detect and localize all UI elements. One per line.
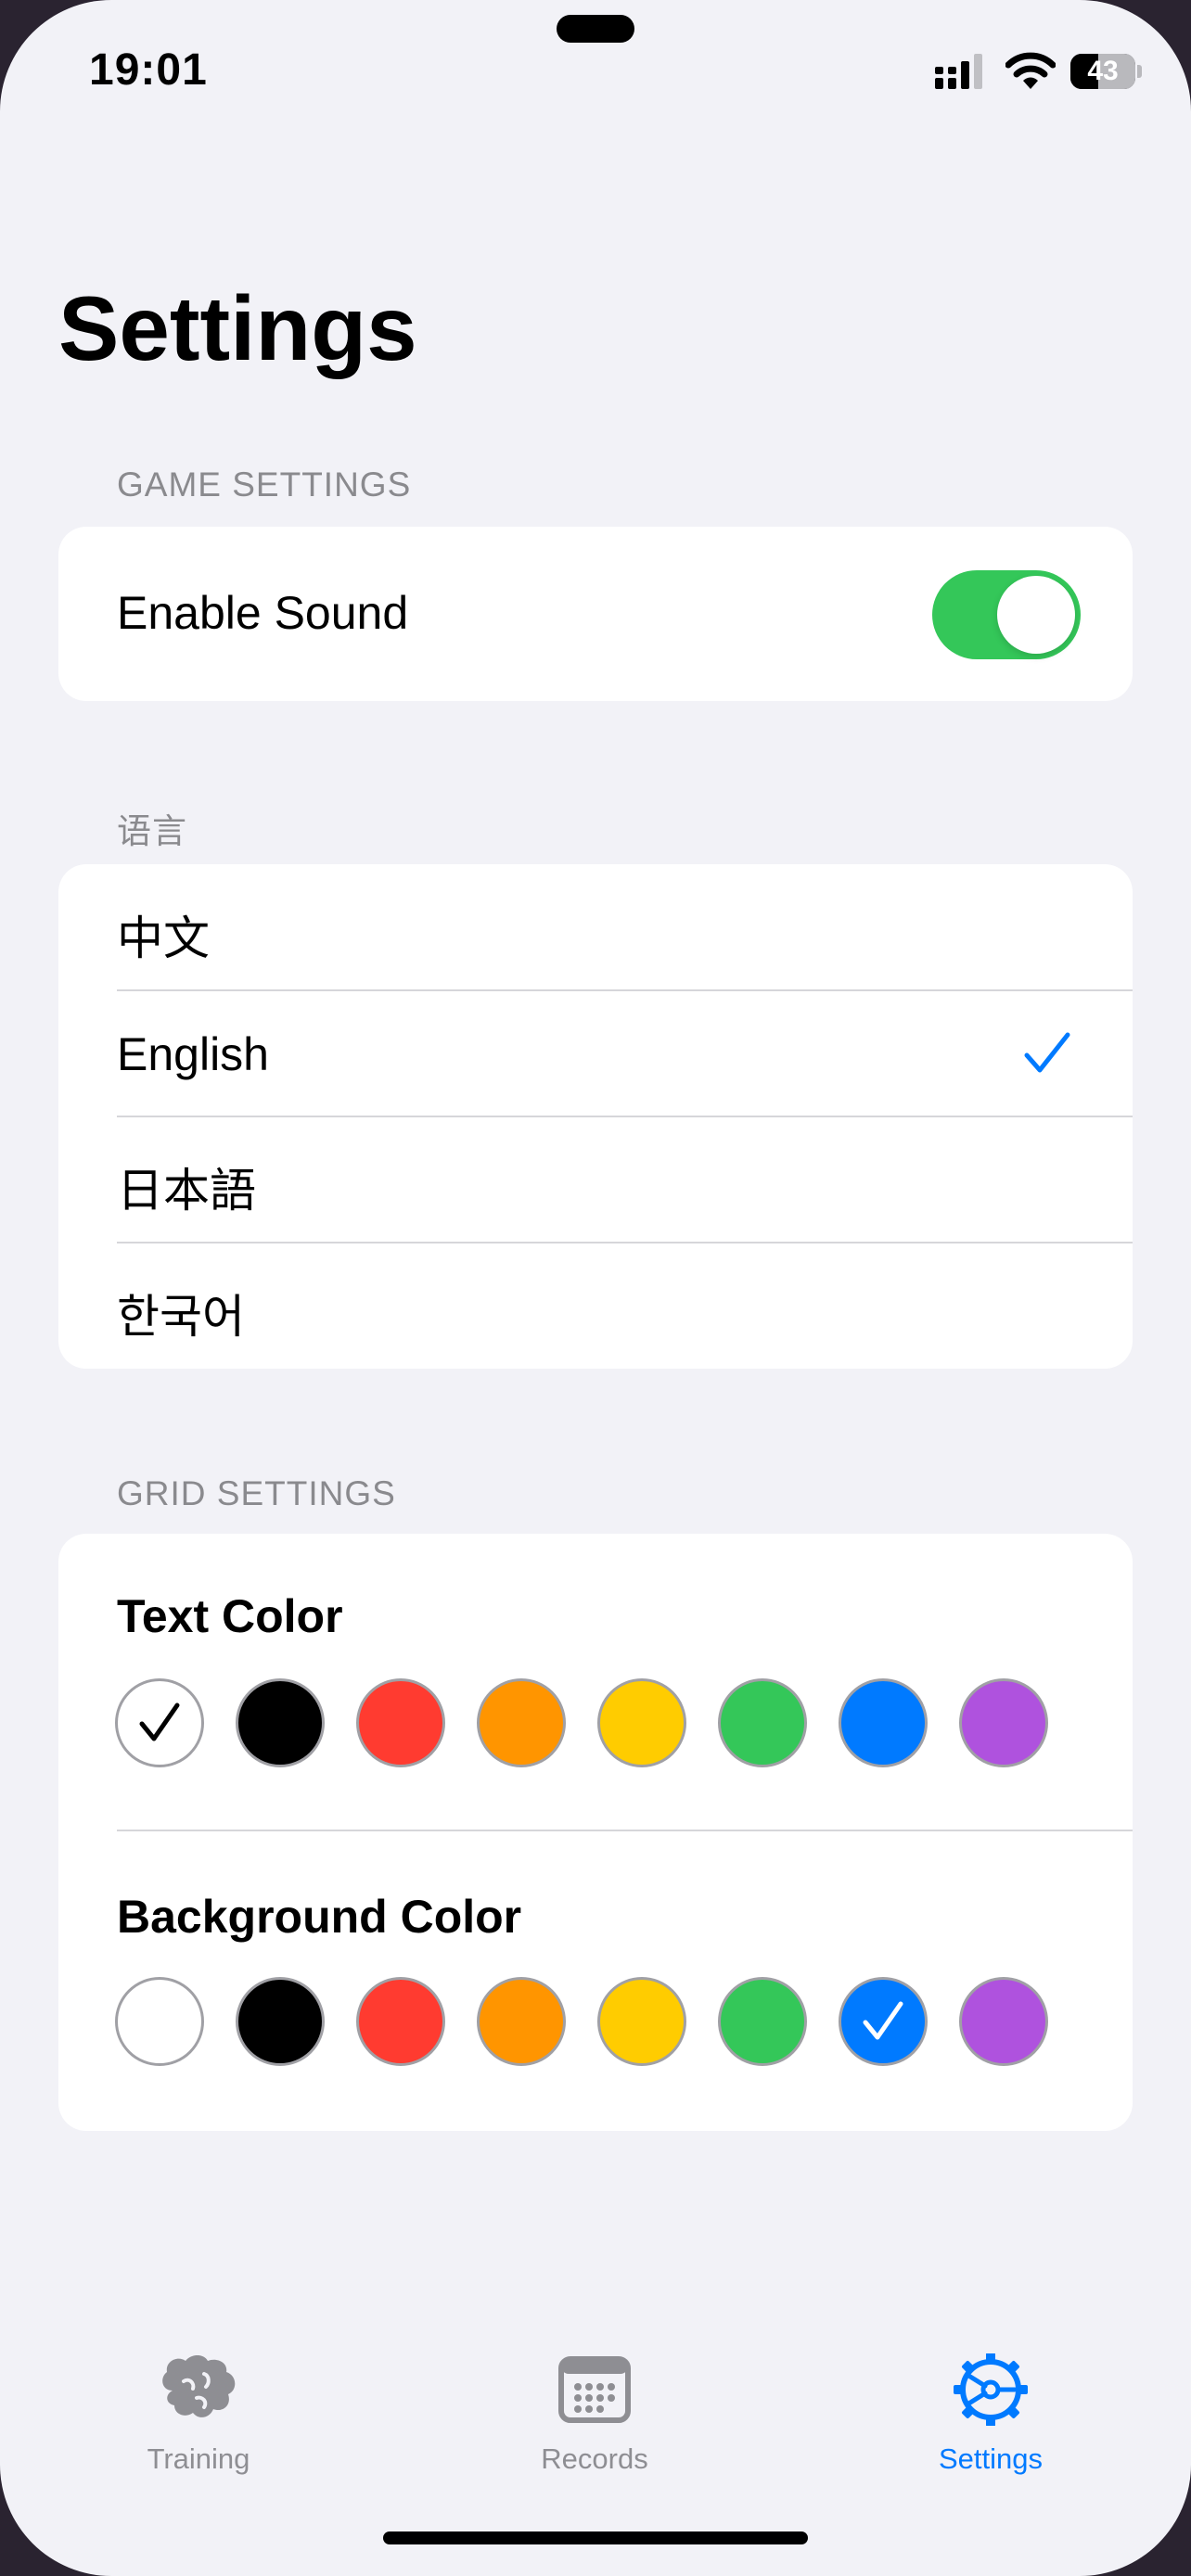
tab-settings[interactable]: Settings bbox=[879, 2318, 1102, 2485]
battery-cap bbox=[1137, 65, 1142, 78]
dynamic-island bbox=[557, 15, 634, 43]
text-color-swatch[interactable] bbox=[236, 1678, 325, 1767]
checkmark-icon bbox=[139, 1702, 180, 1741]
language-option-selected[interactable]: English bbox=[58, 990, 1133, 1116]
wifi-icon bbox=[1005, 52, 1056, 89]
settings-screen: 19:01 43 Settings GAME SETTINGS Enable S… bbox=[0, 0, 1191, 2576]
background-color-label: Background Color bbox=[117, 1891, 522, 1943]
language-option-label: English bbox=[117, 1028, 269, 1080]
battery-percent: 43 bbox=[1087, 56, 1119, 86]
text-color-swatch[interactable] bbox=[115, 1678, 204, 1767]
text-color-swatch[interactable] bbox=[839, 1678, 928, 1767]
text-color-swatch[interactable] bbox=[718, 1678, 807, 1767]
tab-label: Records bbox=[541, 2442, 648, 2475]
background-color-swatch[interactable] bbox=[839, 1977, 928, 2066]
text-color-swatch[interactable] bbox=[959, 1678, 1048, 1767]
section-header-grid-settings: GRID SETTINGS bbox=[117, 1474, 396, 1512]
background-color-swatch[interactable] bbox=[959, 1977, 1048, 2066]
toggle-knob bbox=[997, 576, 1075, 654]
tab-records[interactable]: Records bbox=[483, 2318, 706, 2485]
background-color-swatch[interactable] bbox=[356, 1977, 445, 2066]
checkmark-icon bbox=[863, 2001, 903, 2040]
tab-training[interactable]: Training bbox=[87, 2318, 310, 2485]
background-color-swatch[interactable] bbox=[115, 1977, 204, 2066]
background-color-swatch[interactable] bbox=[236, 1977, 325, 2066]
home-indicator bbox=[383, 2531, 808, 2544]
tab-label: Training bbox=[147, 2442, 250, 2475]
divider bbox=[117, 1830, 1133, 1831]
section-header-game-settings: GAME SETTINGS bbox=[117, 465, 412, 504]
grid-settings-card: Text Color Background Color bbox=[58, 1534, 1133, 2131]
text-color-swatch[interactable] bbox=[477, 1678, 566, 1767]
background-color-swatch[interactable] bbox=[477, 1977, 566, 2066]
language-card: 中文 English 日本語 한국어 bbox=[58, 864, 1133, 1369]
brain-icon bbox=[162, 2355, 236, 2417]
checkmark-icon bbox=[1024, 1032, 1070, 1073]
language-option[interactable]: 한국어 bbox=[58, 1243, 1133, 1369]
background-color-swatch[interactable] bbox=[718, 1977, 807, 2066]
game-settings-card: Enable Sound bbox=[58, 527, 1133, 701]
text-color-label: Text Color bbox=[117, 1590, 343, 1642]
language-option[interactable]: 日本語 bbox=[58, 1116, 1133, 1243]
status-icons: 43 bbox=[935, 50, 1142, 95]
enable-sound-label: Enable Sound bbox=[117, 587, 409, 639]
language-option[interactable]: 中文 bbox=[58, 864, 1133, 990]
language-option-label: 日本語 bbox=[117, 1165, 256, 1217]
cellular-signal-icon bbox=[935, 54, 982, 89]
background-color-swatch[interactable] bbox=[597, 1977, 686, 2066]
battery-indicator: 43 bbox=[1070, 54, 1135, 89]
page-title: Settings bbox=[58, 277, 417, 379]
text-color-swatch[interactable] bbox=[356, 1678, 445, 1767]
calendar-icon bbox=[558, 2356, 631, 2423]
language-option-label: 한국어 bbox=[117, 1291, 245, 1343]
background-color-swatches bbox=[115, 1977, 1048, 2066]
text-color-swatch[interactable] bbox=[597, 1678, 686, 1767]
text-color-swatches bbox=[115, 1678, 1048, 1767]
enable-sound-toggle[interactable] bbox=[932, 570, 1081, 659]
tab-bar: Training Records Settings bbox=[0, 2318, 1191, 2504]
status-time: 19:01 bbox=[89, 45, 208, 95]
language-option-label: 中文 bbox=[117, 912, 210, 964]
tab-label: Settings bbox=[938, 2442, 1043, 2475]
section-header-language: 语言 bbox=[117, 812, 187, 850]
gear-icon bbox=[954, 2353, 1028, 2426]
